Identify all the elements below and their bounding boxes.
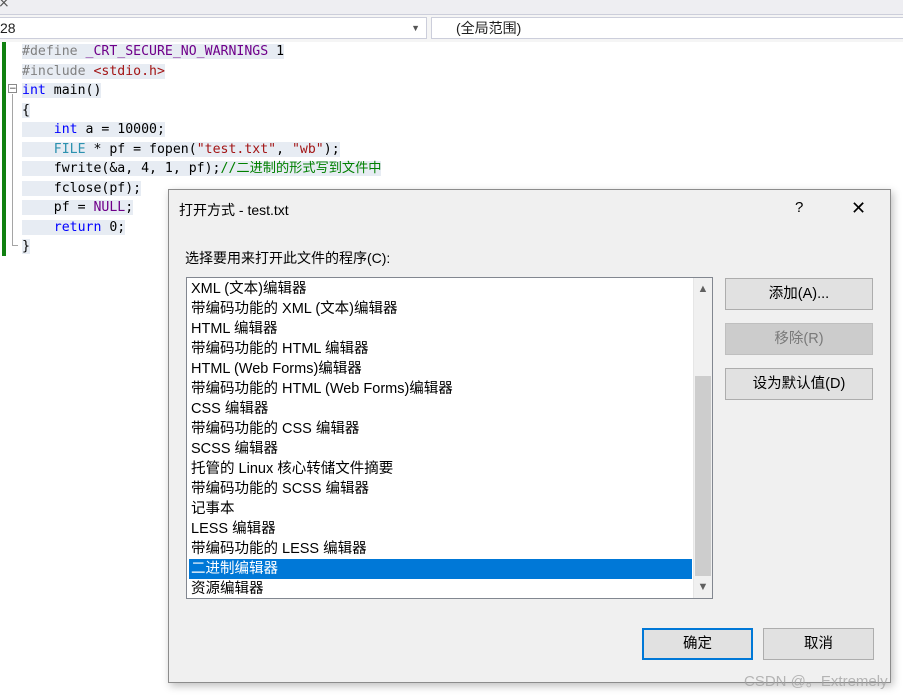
code-token: ; (125, 200, 134, 215)
program-list-item[interactable]: 带编码功能的 SCSS 编辑器 (189, 479, 692, 499)
code-line-highlight: #include <stdio.h> (22, 63, 165, 79)
vertical-scrollbar[interactable]: ▲ ▼ (693, 278, 712, 598)
code-line-highlight: #define _CRT_SECURE_NO_WARNINGS 1 (22, 44, 285, 59)
scroll-up-icon[interactable]: ▲ (694, 280, 712, 298)
code-token: ); (323, 141, 340, 157)
code-token: a = 10000; (77, 122, 165, 137)
open-with-dialog: 打开方式 - test.txt ? ✕ 选择要用来打开此文件的程序(C): XM… (168, 189, 891, 683)
program-listbox[interactable]: XML (文本)编辑器 带编码功能的 XML (文本)编辑器 HTML 编辑器 带编码… (186, 277, 713, 599)
code-line-highlight: fclose(pf); (22, 180, 142, 196)
program-list-item[interactable]: XML (文本)编辑器 (189, 279, 692, 299)
code-token: { (22, 102, 30, 118)
code-line[interactable]: int main() (22, 81, 102, 100)
outline-line-end (12, 245, 18, 246)
code-token: FILE (53, 141, 86, 157)
code-token: #include (22, 63, 94, 79)
ok-button[interactable]: 确定 (642, 628, 753, 660)
code-line[interactable]: int a = 10000; (22, 120, 165, 139)
code-token: , (276, 141, 292, 157)
code-line[interactable]: } (22, 237, 30, 256)
scroll-thumb[interactable] (695, 376, 711, 576)
watermark: CSDN @。Extremely (744, 673, 888, 690)
remove-button[interactable]: 移除(R) (725, 323, 873, 355)
program-list-item[interactable]: 带编码功能的 HTML (Web Forms)编辑器 (189, 379, 692, 399)
code-token: "wb" (291, 141, 324, 157)
code-token: * pf = fopen( (85, 141, 197, 157)
program-list-item[interactable]: 带编码功能的 LESS 编辑器 (189, 539, 692, 559)
code-line[interactable]: fwrite(&a, 4, 1, pf);//二进制的形式写到文件中 (22, 159, 382, 178)
scroll-down-icon[interactable]: ▼ (694, 578, 712, 596)
line-combo[interactable]: 28 ▼ (0, 17, 427, 39)
navigation-bar: 28 ▼ (全局范围) (0, 15, 903, 43)
code-line[interactable]: #include <stdio.h> (22, 62, 165, 81)
code-line-highlight: FILE * pf = fopen("test.txt", "wb"); (22, 141, 340, 157)
line-combo-value: 28 (0, 20, 16, 36)
code-line[interactable]: return 0; (22, 218, 126, 237)
program-list-item[interactable]: SCSS 编辑器 (189, 439, 692, 459)
help-icon[interactable]: ? (795, 199, 803, 216)
code-token: pf = (22, 200, 94, 215)
collapse-icon[interactable]: − (8, 84, 17, 94)
code-line[interactable]: { (22, 101, 30, 120)
code-token: fclose(pf); (22, 180, 142, 196)
code-token: main() (45, 83, 102, 98)
program-list-label: 选择要用来打开此文件的程序(C): (185, 250, 391, 266)
program-list-item[interactable]: HTML 编辑器 (189, 319, 692, 339)
code-token: int (53, 122, 78, 137)
set-default-button[interactable]: 设为默认值(D) (725, 368, 873, 400)
cancel-button[interactable]: 取消 (763, 628, 874, 660)
program-list-item[interactable]: HTML (Web Forms)编辑器 (189, 359, 692, 379)
close-icon[interactable]: ✕ (851, 198, 866, 219)
dialog-title: 打开方式 - test.txt (179, 202, 289, 218)
code-token: } (22, 239, 30, 254)
code-line[interactable]: FILE * pf = fopen("test.txt", "wb"); (22, 140, 340, 159)
code-line[interactable]: #define _CRT_SECURE_NO_WARNINGS 1 (22, 42, 285, 61)
add-button[interactable]: 添加(A)... (725, 278, 873, 310)
code-token: <stdio.h> (93, 63, 165, 79)
code-line-highlight: int a = 10000; (22, 122, 165, 137)
code-token: 1 (268, 44, 285, 59)
program-list-item[interactable]: 二进制编辑器 (189, 559, 692, 579)
code-line[interactable]: pf = NULL; (22, 198, 134, 217)
program-list-item[interactable]: 资源编辑器 (189, 579, 692, 598)
code-line-highlight: return 0; (22, 219, 126, 235)
code-token: "test.txt" (196, 141, 277, 157)
program-list-item[interactable]: CSS 编辑器 (189, 399, 692, 419)
document-tab-strip: × (0, 0, 903, 15)
scope-combo-value: (全局范围) (456, 20, 522, 36)
program-list-item[interactable]: 带编码功能的 CSS 编辑器 (189, 419, 692, 439)
program-list-item[interactable]: 记事本 (189, 499, 692, 519)
tab-close-icon[interactable]: × (0, 0, 10, 11)
code-token: #define (22, 44, 86, 59)
code-token: return (53, 219, 102, 235)
code-token: NULL (93, 200, 126, 215)
chevron-down-icon[interactable]: ▼ (411, 18, 420, 38)
code-token: fwrite(&a, 4, 1, pf); (22, 161, 221, 176)
program-list-item[interactable]: 带编码功能的 HTML 编辑器 (189, 339, 692, 359)
code-line-highlight: fwrite(&a, 4, 1, pf);//二进制的形式写到文件中 (22, 161, 382, 176)
program-list-item[interactable]: 带编码功能的 XML (文本)编辑器 (189, 299, 692, 319)
code-line-highlight: } (22, 239, 30, 254)
scope-combo[interactable]: (全局范围) (431, 17, 903, 39)
code-token: _CRT_SECURE_NO_WARNINGS (85, 44, 269, 59)
program-list-item[interactable]: 托管的 Linux 核心转储文件摘要 (189, 459, 692, 479)
outline-line (12, 94, 13, 245)
code-token: 0; (101, 219, 126, 235)
code-line-highlight: int main() (22, 83, 102, 98)
change-indicator-bar (2, 42, 6, 256)
code-line-highlight: pf = NULL; (22, 200, 134, 215)
code-token: int (22, 83, 46, 98)
code-token: //二进制的形式写到文件中 (220, 161, 382, 176)
program-list-item[interactable]: LESS 编辑器 (189, 519, 692, 539)
code-line[interactable]: fclose(pf); (22, 179, 142, 198)
code-line-highlight: { (22, 102, 30, 118)
